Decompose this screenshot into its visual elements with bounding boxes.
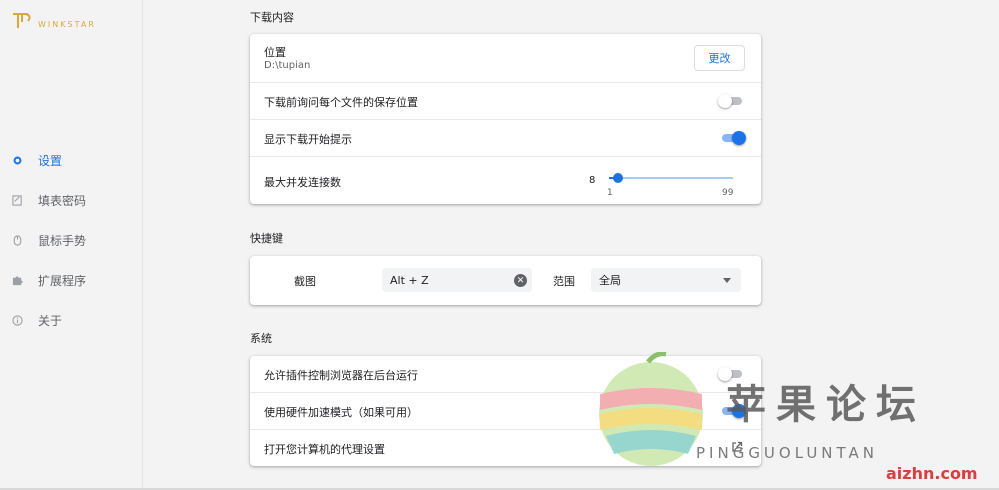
screenshot-shortcut-value: Alt + Z — [390, 273, 429, 287]
sidebar-item-label: 鼠标手势 — [38, 233, 87, 248]
gear-icon — [11, 154, 23, 166]
background-run-row: 允许插件控制浏览器在后台运行 — [250, 356, 761, 393]
winkstar-logo-icon — [13, 13, 31, 28]
proxy-settings-label: 打开您计算机的代理设置 — [264, 443, 385, 456]
sidebar-item-label: 关于 — [38, 313, 63, 328]
scope-select[interactable]: 全局 — [591, 268, 741, 292]
sidebar-item-label: 扩展程序 — [38, 273, 87, 288]
ask-save-location-label: 下载前询问每个文件的保存位置 — [264, 96, 418, 109]
hardware-accel-label: 使用硬件加速模式（如果可用） — [264, 406, 418, 419]
show-download-tip-label: 显示下载开始提示 — [264, 133, 352, 146]
external-link-icon[interactable] — [731, 441, 743, 453]
clear-shortcut-icon[interactable]: ✕ — [514, 274, 527, 287]
location-path: D:\tupian — [264, 60, 311, 71]
info-icon — [11, 314, 23, 326]
scope-selected-value: 全局 — [599, 274, 621, 287]
shortcuts-card: 截图 Alt + Z ✕ 范围 全局 — [250, 256, 761, 305]
sidebar-item-mouse-gestures[interactable]: 鼠标手势 — [0, 220, 143, 260]
show-download-tip-row: 显示下载开始提示 — [250, 120, 761, 157]
change-location-button[interactable]: 更改 — [694, 45, 745, 71]
ask-save-location-row: 下载前询问每个文件的保存位置 — [250, 83, 761, 120]
sidebar-item-about[interactable]: 关于 — [0, 300, 143, 340]
screenshot-shortcut-input[interactable]: Alt + Z — [382, 268, 532, 292]
background-run-toggle[interactable] — [718, 367, 744, 381]
show-download-tip-toggle[interactable] — [720, 131, 746, 145]
sidebar-item-form-passwords[interactable]: 填表密码 — [0, 180, 143, 220]
max-connections-value: 8 — [589, 175, 596, 186]
downloads-card: 位置 D:\tupian 更改 下载前询问每个文件的保存位置 显示下载开始提示 … — [250, 34, 761, 204]
location-label: 位置 — [264, 46, 286, 59]
sidebar-item-extensions[interactable]: 扩展程序 — [0, 260, 143, 300]
slider-handle[interactable] — [612, 173, 623, 183]
form-icon — [11, 194, 23, 206]
app-logo: WINKSTAR — [12, 12, 96, 30]
sidebar-item-settings[interactable]: 设置 — [0, 140, 143, 180]
downloads-section-title: 下载内容 — [250, 11, 294, 24]
scope-label: 范围 — [553, 275, 575, 288]
slider-min-label: 1 — [607, 188, 613, 198]
sidebar-item-label: 填表密码 — [38, 193, 87, 208]
max-connections-label: 最大并发连接数 — [264, 176, 341, 189]
sidebar: WINKSTAR 设置 填表密码 鼠标手势 扩展程序 关于 — [0, 0, 143, 490]
proxy-settings-row[interactable]: 打开您计算机的代理设置 — [250, 430, 761, 466]
sidebar-item-label: 设置 — [38, 153, 63, 168]
screenshot-shortcut-label: 截图 — [294, 275, 316, 288]
sidebar-nav: 设置 填表密码 鼠标手势 扩展程序 关于 — [0, 140, 143, 340]
hardware-accel-row: 使用硬件加速模式（如果可用） — [250, 393, 761, 430]
system-card: 允许插件控制浏览器在后台运行 使用硬件加速模式（如果可用） 打开您计算机的代理设… — [250, 356, 761, 466]
ask-save-location-toggle[interactable] — [718, 94, 744, 108]
background-run-label: 允许插件控制浏览器在后台运行 — [264, 369, 418, 382]
max-connections-slider[interactable] — [607, 173, 735, 185]
puzzle-icon — [11, 274, 23, 286]
shortcuts-section-title: 快捷键 — [250, 232, 283, 245]
chevron-down-icon — [723, 278, 731, 283]
download-location-row: 位置 D:\tupian 更改 — [250, 34, 761, 83]
system-section-title: 系统 — [250, 332, 272, 345]
brand-name: WINKSTAR — [38, 19, 96, 29]
mouse-icon — [11, 234, 23, 246]
slider-max-label: 99 — [722, 188, 734, 198]
watermark-url: aizhn.com — [886, 464, 978, 483]
hardware-accel-toggle[interactable] — [720, 404, 746, 418]
max-connections-row: 最大并发连接数 8 1 99 — [250, 157, 761, 204]
